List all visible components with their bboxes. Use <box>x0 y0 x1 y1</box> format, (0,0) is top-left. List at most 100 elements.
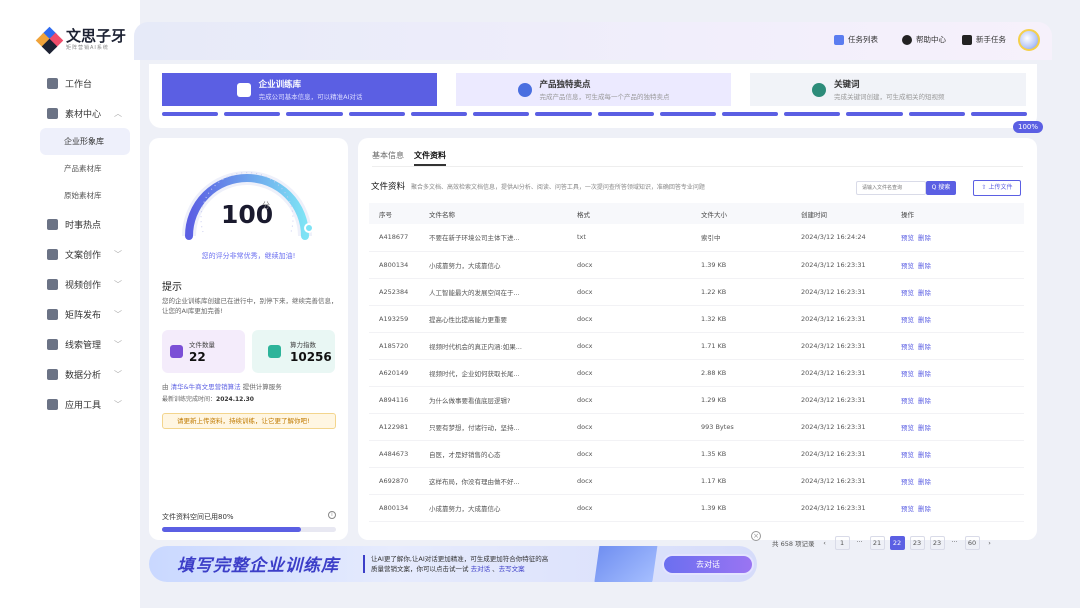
preview-link[interactable]: 预览 <box>901 289 914 297</box>
sidebar-item-video[interactable]: 视频创作 ﹀ <box>0 269 140 299</box>
cell-name: 不要在新子环境公司主体下进... <box>429 224 577 252</box>
preview-link[interactable]: 预览 <box>901 451 914 459</box>
close-banner-icon[interactable]: × <box>751 531 761 541</box>
page-button[interactable]: 1 <box>834 536 850 550</box>
table-row[interactable]: A418677 不要在新子环境公司主体下进... txt 索引中 2024/3/12 1… <box>369 224 1024 252</box>
next-page-button[interactable]: › <box>985 539 995 547</box>
col-actions: 操作 <box>901 203 1024 224</box>
progress-segment <box>908 112 965 116</box>
delete-link[interactable]: 删除 <box>918 505 931 513</box>
page-button[interactable]: 60 <box>964 536 980 550</box>
table-row[interactable]: A692870 这样布局，你没有理由做不好... docx 1.17 KB 2024/3… <box>369 467 1024 495</box>
table-row[interactable]: A193259 提高心性比提高能力更重要 docx 1.32 KB 2024/3/12 … <box>369 305 1024 333</box>
compute-index-value: 10256 <box>290 350 332 364</box>
delete-link[interactable]: 删除 <box>918 343 931 351</box>
preview-link[interactable]: 预览 <box>901 397 914 405</box>
sidebar-subitem-product-library[interactable]: 产品素材库 <box>0 155 140 182</box>
step-keywords[interactable]: 关键词 完成关键词创建，可生成相关的短视频 <box>750 73 1026 106</box>
newbie-task-button[interactable]: 新手任务 <box>962 34 1006 45</box>
delete-link[interactable]: 删除 <box>918 397 931 405</box>
sidebar-item-news[interactable]: 时事热点 <box>0 209 140 239</box>
sidebar-item-leads[interactable]: 线索管理 ﹀ <box>0 329 140 359</box>
section-title: 文件资料 <box>371 182 406 192</box>
table-row[interactable]: A252384 人工智能最大的发展空间在于... docx 1.22 KB 2024/3… <box>369 278 1024 306</box>
upload-file-button[interactable]: ⇧ 上传文件 <box>973 180 1021 196</box>
delete-link[interactable]: 删除 <box>918 262 931 270</box>
sidebar-item-publish[interactable]: 矩阵发布 ﹀ <box>0 299 140 329</box>
cell-name: 为什么做事要看值底层逻辑? <box>429 386 577 414</box>
delete-link[interactable]: 删除 <box>918 424 931 432</box>
table-row[interactable]: A185720 视频时代机会的真正内涵:如果... docx 1.71 KB 2024/… <box>369 332 1024 360</box>
progress-segment <box>286 112 343 116</box>
cell-size: 1.39 KB <box>701 494 801 522</box>
tab-file-materials[interactable]: 文件资料 <box>414 150 446 166</box>
page-button[interactable]: 23 <box>909 536 925 550</box>
delete-link[interactable]: 删除 <box>918 234 931 242</box>
banner-link-chat[interactable]: 去对话 <box>471 565 491 573</box>
folder-illustration <box>593 546 659 582</box>
provider-suffix: 提供计算服务 <box>242 383 282 391</box>
banner-link-copywriting[interactable]: 去写文案 <box>499 565 525 573</box>
step-company-library[interactable]: 企业训练库 完成公司基本信息，可以精准AI对话 <box>162 73 437 106</box>
table-row[interactable]: A620149 视频时代，企业如何获取长尾... docx 2.88 KB 2024/3… <box>369 359 1024 387</box>
prev-page-button[interactable]: ‹ <box>820 539 830 547</box>
provider-prefix: 由 <box>162 383 169 391</box>
storage-label: 文件资料空间已用80% <box>162 513 234 521</box>
sidebar-item-label: 线索管理 <box>65 340 102 351</box>
check-icon <box>962 34 972 45</box>
cell-name: 人工智能最大的发展空间在于... <box>429 278 577 306</box>
table-row[interactable]: A484673 自医，才是好销售的心态 docx 1.35 KB 2024/3/12 1… <box>369 440 1024 468</box>
info-icon[interactable]: i <box>328 511 336 519</box>
table-row[interactable]: A800134 小成靠努力，大成靠信心 docx 1.39 KB 2024/3/12 1… <box>369 494 1024 522</box>
step-desc: 完成公司基本信息，可以精准AI对话 <box>258 93 363 101</box>
delete-link[interactable]: 删除 <box>918 316 931 324</box>
preview-link[interactable]: 预览 <box>901 316 914 324</box>
update-notice[interactable]: 请更新上传资料，持续训练，让它更了解你吧! <box>162 413 336 429</box>
app-logo[interactable]: 文思子牙 矩阵营销AI系统 <box>35 26 126 54</box>
table-row[interactable]: A122981 只要有梦想，付诸行动，坚持... docx 993 Bytes 2024… <box>369 413 1024 441</box>
preview-link[interactable]: 预览 <box>901 370 914 378</box>
setup-steps: 企业训练库 完成公司基本信息，可以精准AI对话 产品独特卖点 完成产品信息，可生成每… <box>149 64 1043 133</box>
list-icon <box>834 34 844 45</box>
page-button[interactable]: 21 <box>869 536 885 550</box>
preview-link[interactable]: 预览 <box>901 478 914 486</box>
notice-text: 请更新上传资料，持续训练，让它更了解你吧! <box>177 417 310 425</box>
assistant-avatar[interactable] <box>1018 29 1040 51</box>
tab-basic-info[interactable]: 基本信息 <box>372 150 404 166</box>
cell-id: A252384 <box>369 278 429 306</box>
preview-link[interactable]: 预览 <box>901 424 914 432</box>
go-chat-button[interactable]: 去对话 <box>662 554 754 575</box>
table-row[interactable]: A894116 为什么做事要看值底层逻辑? docx 1.29 KB 2024/3/12… <box>369 386 1024 414</box>
preview-link[interactable]: 预览 <box>901 234 914 242</box>
task-list-button[interactable]: 任务列表 <box>834 34 878 45</box>
files-panel: 基本信息 文件资料 文件资料 聚合多文档、高效检索文档信息，提供AI分析、阅读、… <box>358 138 1037 550</box>
sidebar-item-label: 时事热点 <box>65 220 102 231</box>
cell-format: docx <box>577 278 701 306</box>
preview-link[interactable]: 预览 <box>901 343 914 351</box>
progress-segment <box>348 112 405 116</box>
preview-link[interactable]: 预览 <box>901 262 914 270</box>
preview-link[interactable]: 预览 <box>901 505 914 513</box>
page-button[interactable]: 22 <box>889 536 905 550</box>
delete-link[interactable]: 删除 <box>918 451 931 459</box>
sidebar-item-analytics[interactable]: 数据分析 ﹀ <box>0 359 140 389</box>
cell-actions: 预览 删除 <box>901 224 1024 252</box>
sidebar-subitem-brand-library[interactable]: 企业形象库 <box>40 128 130 155</box>
cell-size: 1.29 KB <box>701 386 801 414</box>
chevron-down-icon: ﹀ <box>114 249 122 259</box>
search-button[interactable]: Q 搜索 <box>926 181 956 195</box>
step-product-selling-point[interactable]: 产品独特卖点 完成产品信息，可生成每一个产品的独特卖点 <box>456 73 731 106</box>
file-search-input[interactable] <box>856 181 926 195</box>
page-button[interactable]: 23 <box>929 536 945 550</box>
delete-link[interactable]: 删除 <box>918 289 931 297</box>
sidebar-item-workbench[interactable]: 工作台 <box>0 68 140 98</box>
table-row[interactable]: A800134 小成靠努力，大成靠信心 docx 1.39 KB 2024/3/12 1… <box>369 251 1024 279</box>
delete-link[interactable]: 删除 <box>918 370 931 378</box>
delete-link[interactable]: 删除 <box>918 478 931 486</box>
sidebar-item-tools[interactable]: 应用工具 ﹀ <box>0 389 140 419</box>
sidebar-item-material[interactable]: 素材中心 ︿ <box>0 98 140 128</box>
help-center-button[interactable]: 帮助中心 <box>902 34 946 45</box>
sidebar-subitem-raw-library[interactable]: 原始素材库 <box>0 182 140 209</box>
sidebar-item-copywriting[interactable]: 文案创作 ﹀ <box>0 239 140 269</box>
dashboard-icon <box>47 77 58 89</box>
